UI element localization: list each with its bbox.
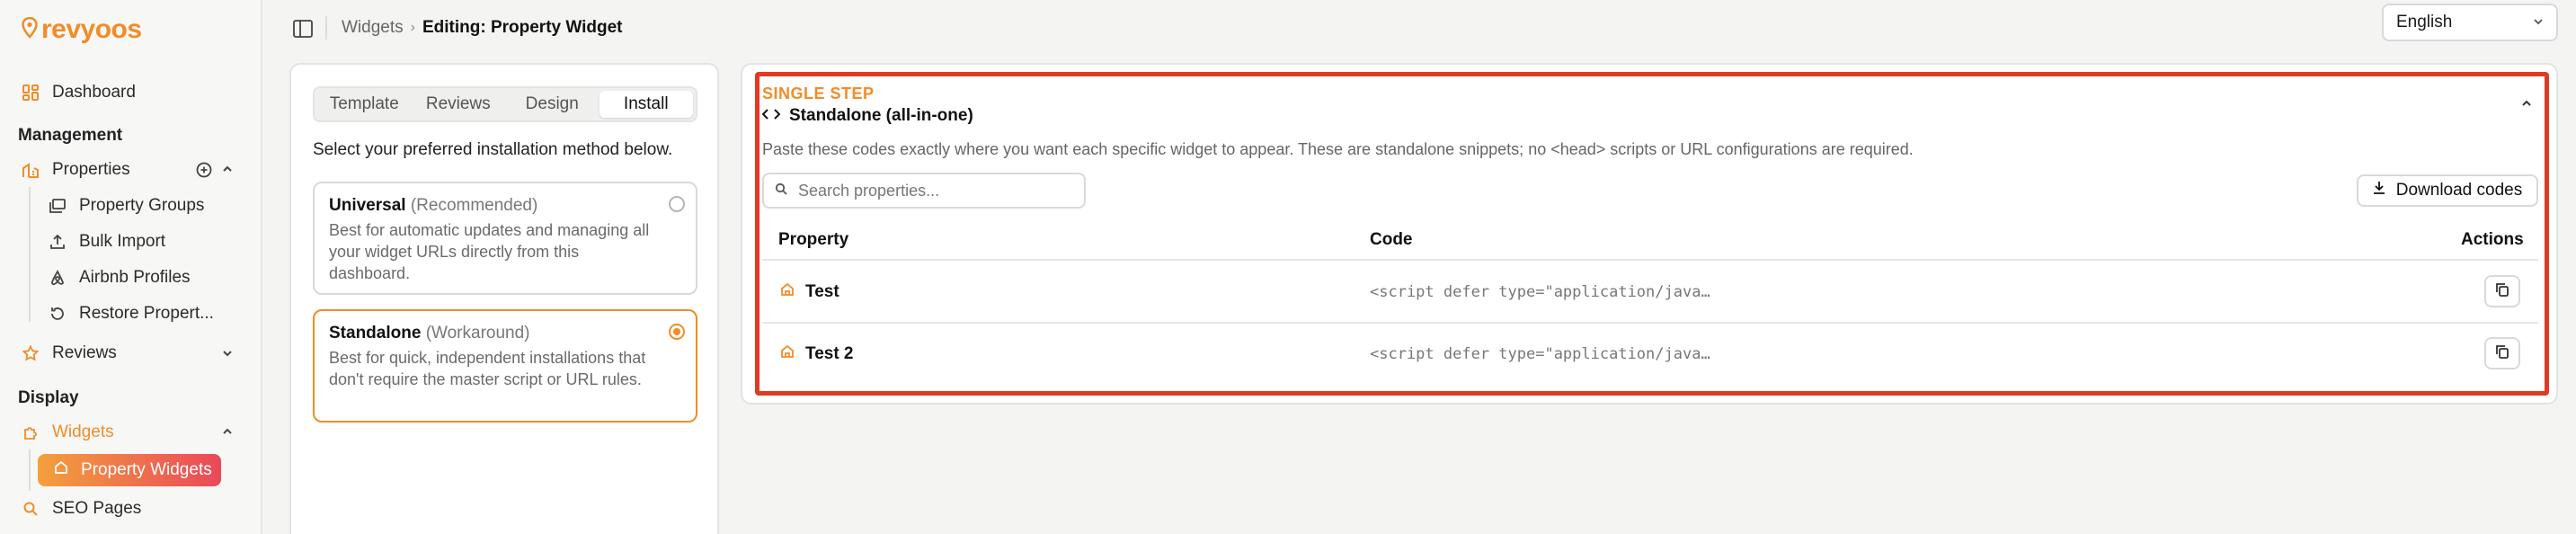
install-method-card: Template Reviews Design Install Select y… <box>289 63 719 534</box>
table-row: Test <box>780 282 839 302</box>
property-name: Test 2 <box>805 344 854 363</box>
radio-standalone[interactable] <box>669 324 685 340</box>
home-icon <box>780 344 795 364</box>
tab-template[interactable]: Template <box>317 91 412 118</box>
row-divider <box>762 322 2538 324</box>
sidebar-item-label: Properties <box>52 160 130 179</box>
search-icon <box>775 182 787 200</box>
add-circle-icon[interactable] <box>196 162 212 181</box>
breadcrumb-current: Editing: Property Widget <box>422 18 623 37</box>
sidebar-item-widgets[interactable]: Widgets <box>22 423 114 442</box>
panel-title: Standalone (all-in-one) <box>761 106 973 126</box>
download-codes-button[interactable]: Download codes <box>2357 174 2538 207</box>
sidebar: revyoos Dashboard Management Properties … <box>0 0 262 534</box>
sidebar-item-properties[interactable]: Properties <box>22 160 130 180</box>
sidebar-item-label: Property Widgets <box>81 460 212 479</box>
download-icon <box>2373 181 2385 200</box>
copy-icon <box>2495 344 2509 363</box>
sidebar-item-bulk-import[interactable]: Bulk Import <box>49 232 165 252</box>
option-name: Universal <box>329 196 406 215</box>
option-title: Universal (Recommended) <box>329 196 681 216</box>
breadcrumb: Widgets › Editing: Property Widget <box>342 18 623 38</box>
panel-title-text: Standalone (all-in-one) <box>789 106 973 125</box>
search-input[interactable] <box>798 181 1068 200</box>
app-logo[interactable]: revyoos <box>22 14 142 45</box>
chevron-up-icon[interactable] <box>2520 97 2533 114</box>
option-universal[interactable]: Universal (Recommended) Best for automat… <box>313 182 697 295</box>
chevron-down-icon[interactable] <box>221 347 234 362</box>
column-header-code: Code <box>1370 230 1413 249</box>
column-header-actions: Actions <box>2461 230 2524 249</box>
layers-icon <box>49 197 67 215</box>
tab-design[interactable]: Design <box>505 91 600 118</box>
tree-line <box>29 449 31 491</box>
sidebar-item-seo-pages[interactable]: SEO Pages <box>22 499 141 519</box>
section-title-display: Display <box>18 388 79 407</box>
upload-icon <box>49 233 67 251</box>
sidebar-item-restore-properties[interactable]: Restore Propert... <box>49 304 214 324</box>
sidebar-item-airbnb-profiles[interactable]: Airbnb Profiles <box>49 268 191 288</box>
step-label: SINGLE STEP <box>762 85 875 102</box>
option-description: Best for automatic updates and managing … <box>329 221 650 282</box>
sidebar-item-dashboard[interactable]: Dashboard <box>22 83 136 102</box>
chevron-right-icon: › <box>410 20 415 35</box>
code-snippet: <script defer type="application/java… <box>1370 345 1710 363</box>
row-divider <box>762 259 2538 261</box>
language-select[interactable]: English <box>2382 4 2558 41</box>
location-pin-icon <box>22 16 38 43</box>
option-qualifier: (Recommended) <box>410 196 538 215</box>
tab-reviews[interactable]: Reviews <box>412 91 506 118</box>
breadcrumb-root[interactable]: Widgets <box>342 18 404 38</box>
option-standalone[interactable]: Standalone (Workaround) Best for quick, … <box>313 309 697 423</box>
sidebar-item-reviews[interactable]: Reviews <box>22 343 117 363</box>
sidebar-item-property-groups[interactable]: Property Groups <box>49 196 204 216</box>
option-description: Best for quick, independent installation… <box>329 349 646 388</box>
copy-button[interactable] <box>2484 275 2520 307</box>
column-header-property: Property <box>778 230 849 249</box>
chevron-up-icon[interactable] <box>221 163 234 178</box>
restore-icon <box>49 305 67 323</box>
section-title-management: Management <box>18 126 123 145</box>
home-icon <box>780 282 795 302</box>
airbnb-icon <box>49 269 67 287</box>
chevron-up-icon[interactable] <box>221 425 234 441</box>
code-snippet: <script defer type="application/java… <box>1370 283 1710 301</box>
tab-bar: Template Reviews Design Install <box>313 86 697 122</box>
sidebar-toggle-icon[interactable] <box>293 20 313 42</box>
code-icon <box>761 106 781 126</box>
tab-install[interactable]: Install <box>599 91 693 118</box>
sidebar-item-label: Property Groups <box>79 196 205 215</box>
install-instruction: Select your preferred installation metho… <box>313 140 673 159</box>
dashboard-icon <box>22 84 40 102</box>
radio-universal[interactable] <box>669 196 685 212</box>
divider <box>325 16 327 40</box>
option-name: Standalone <box>329 324 422 343</box>
chevron-down-icon <box>2533 13 2544 32</box>
sidebar-item-label: Restore Propert... <box>79 304 214 323</box>
sidebar-item-label: Reviews <box>52 343 117 362</box>
search-box[interactable] <box>762 173 1086 209</box>
building-icon <box>22 161 40 179</box>
star-icon <box>22 344 40 362</box>
panel-description: Paste these codes exactly where you want… <box>762 140 1914 158</box>
sidebar-item-label: Widgets <box>52 423 114 441</box>
sidebar-item-label: SEO Pages <box>52 499 142 518</box>
logo-text: revyoos <box>41 14 142 44</box>
table-row: Test 2 <box>780 344 854 364</box>
home-icon <box>54 460 68 480</box>
magnifier-icon <box>22 500 40 518</box>
language-selected: English <box>2396 13 2453 31</box>
property-name: Test <box>805 282 839 301</box>
sidebar-item-label: Dashboard <box>52 83 136 102</box>
sidebar-item-label: Bulk Import <box>79 232 166 251</box>
copy-icon <box>2495 282 2509 301</box>
sidebar-item-label: Airbnb Profiles <box>79 268 191 287</box>
download-label: Download codes <box>2395 181 2523 200</box>
tree-line <box>29 187 31 322</box>
copy-button[interactable] <box>2484 337 2520 369</box>
puzzle-icon <box>22 423 40 441</box>
sidebar-item-property-widgets[interactable]: Property Widgets <box>38 454 221 486</box>
option-title: Standalone (Workaround) <box>329 324 681 343</box>
option-qualifier: (Workaround) <box>425 324 530 343</box>
